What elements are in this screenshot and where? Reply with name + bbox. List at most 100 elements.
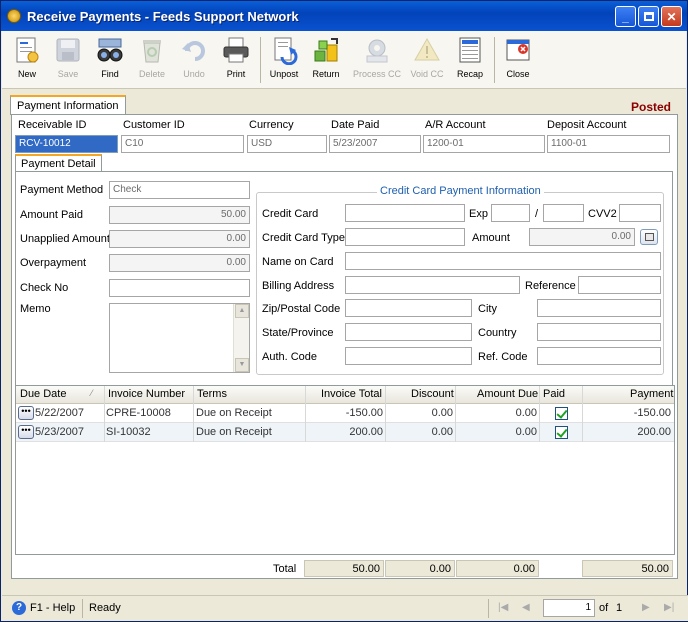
payment-method-field[interactable]: Check [109,181,250,199]
close-label: Close [506,69,530,79]
prev-page-icon[interactable]: ◀ [522,602,530,613]
exp-label: Exp [469,208,488,220]
scroll-down-icon[interactable]: ▼ [235,358,249,372]
exp-slash: / [535,208,539,220]
name-on-card-field[interactable] [345,252,661,270]
recycle-bin-icon [137,35,167,65]
grid-divider [193,386,194,442]
amount-paid-field[interactable]: 50.00 [109,206,250,224]
col-invoice-total[interactable]: Invoice Total [321,388,382,400]
currency-label: Currency [249,119,294,131]
next-page-icon[interactable]: ▶ [642,602,650,613]
receivable-id-field[interactable]: RCV-10012 [15,135,118,153]
row-ellipsis-button[interactable]: ••• [18,406,34,420]
print-button[interactable]: Print [216,35,256,87]
overpayment-label: Overpayment [20,257,87,269]
status-text: Ready [89,602,121,614]
close-window-button[interactable]: ✕ [661,6,682,27]
last-page-icon[interactable]: ▶| [664,602,674,613]
row-paid-checkbox[interactable] [555,426,568,439]
save-button[interactable]: Save [48,35,88,87]
help-icon[interactable]: ? [12,601,26,615]
window-title: Receive Payments - Feeds Support Network [27,8,299,24]
overpayment-field[interactable]: 0.00 [109,254,250,272]
scroll-up-icon[interactable]: ▲ [235,304,249,318]
tab-payment-information[interactable]: Payment Information [10,95,126,115]
col-payment[interactable]: Payment [630,388,673,400]
cc-amount-field[interactable]: 0.00 [529,228,635,246]
recap-button[interactable]: Recap [450,35,490,87]
toolbar-separator [494,37,495,83]
credit-card-field[interactable] [345,204,465,222]
undo-label: Undo [183,69,205,79]
col-paid[interactable]: Paid [543,388,565,400]
process-cc-button[interactable]: Process CC [352,35,402,87]
state-field[interactable] [345,323,472,341]
new-document-icon [12,35,42,65]
of-label: of [599,602,609,614]
exp-year-field[interactable] [543,204,584,222]
cvv2-field[interactable] [619,204,661,222]
country-field[interactable] [537,323,661,341]
first-page-icon[interactable]: |◀ [498,602,508,613]
name-on-card-label: Name on Card [262,256,334,268]
row-terms: Due on Receipt [196,407,272,419]
col-invoice-number[interactable]: Invoice Number [108,388,185,400]
ar-account-field[interactable]: 1200-01 [423,135,545,153]
recap-label: Recap [456,69,483,79]
row-ellipsis-button[interactable]: ••• [18,425,34,439]
undo-button[interactable]: Undo [174,35,214,87]
exp-month-field[interactable] [491,204,530,222]
minimize-icon: _ [622,9,629,24]
city-field[interactable] [537,299,661,317]
table-row[interactable]: ••• 5/22/2007 CPRE-10008 Due on Receipt … [16,404,674,423]
col-discount[interactable]: Discount [411,388,454,400]
check-no-field[interactable] [109,279,250,297]
row-invoice-number: CPRE-10008 [106,407,171,419]
new-label: New [17,69,36,79]
billing-address-field[interactable] [345,276,520,294]
table-row[interactable]: ••• 5/23/2007 SI-10032 Due on Receipt 20… [16,423,674,442]
page-number-input[interactable]: 1 [543,599,595,617]
sort-icon: ⁄ [91,388,93,398]
row-invoice-total: 200.00 [349,426,383,438]
invoice-grid: Due Date ⁄ Invoice Number Terms Invoice … [15,385,675,555]
find-button[interactable]: Find [90,35,130,87]
minimize-button[interactable]: _ [615,6,636,27]
cc-amount-label: Amount [472,232,510,244]
void-cc-button[interactable]: Void CC [406,35,448,87]
help-label[interactable]: F1 - Help [30,602,75,614]
deposit-account-field[interactable]: 1100-01 [547,135,670,153]
total-payment: 50.00 [582,560,673,577]
ref-code-field[interactable] [537,347,661,365]
calculator-button[interactable] [640,229,658,245]
row-terms: Due on Receipt [196,426,272,438]
main-window: Receive Payments - Feeds Support Network… [0,0,688,622]
memo-scrollbar[interactable]: ▲ ▼ [233,304,249,372]
return-button[interactable]: Return [306,35,346,87]
zip-field[interactable] [345,299,472,317]
maximize-button[interactable] [638,6,659,27]
delete-button[interactable]: Delete [132,35,172,87]
reference-field[interactable] [578,276,661,294]
col-due-date[interactable]: Due Date [20,388,66,400]
status-separator [82,599,83,618]
unpost-button[interactable]: Unpost [264,35,304,87]
unapplied-amount-label: Unapplied Amount [20,233,110,245]
payment-method-label: Payment Method [20,184,104,196]
col-amount-due[interactable]: Amount Due [477,388,538,400]
unapplied-amount-field[interactable]: 0.00 [109,230,250,248]
check-no-label: Check No [20,282,69,294]
close-button[interactable]: Close [498,35,538,87]
find-label: Find [101,69,119,79]
row-paid-checkbox[interactable] [555,407,568,420]
currency-field[interactable]: USD [247,135,327,153]
date-paid-field[interactable]: 5/23/2007 [329,135,421,153]
memo-textarea[interactable]: ▲ ▼ [109,303,250,373]
new-button[interactable]: New [7,35,47,87]
status-bar: ? F1 - Help Ready |◀ ◀ 1 of 1 ▶ ▶| [2,595,688,621]
col-terms[interactable]: Terms [197,388,227,400]
credit-card-type-field[interactable] [345,228,465,246]
auth-code-field[interactable] [345,347,472,365]
customer-id-field[interactable]: C10 [121,135,244,153]
